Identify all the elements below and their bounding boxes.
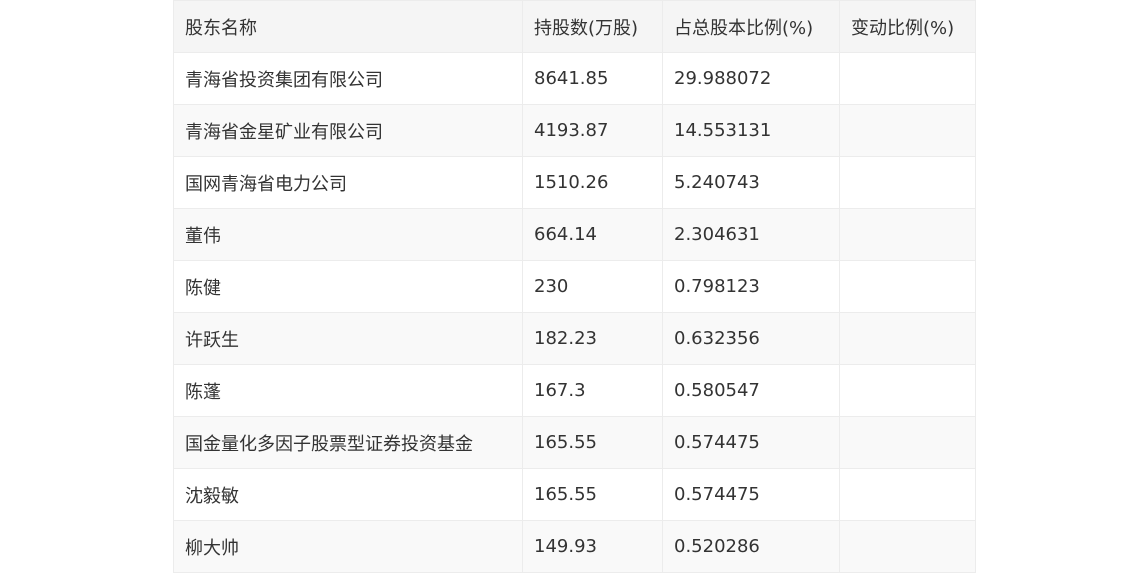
table-row: 国网青海省电力公司 1510.26 5.240743 (173, 156, 976, 209)
cell-change-ratio (839, 312, 976, 365)
cell-change-ratio (839, 520, 976, 573)
cell-shareholder-name: 柳大帅 (173, 520, 523, 573)
cell-change-ratio (839, 468, 976, 521)
cell-share-ratio: 0.574475 (662, 416, 840, 469)
cell-shareholder-name: 青海省投资集团有限公司 (173, 52, 523, 105)
cell-share-ratio: 5.240743 (662, 156, 840, 209)
cell-shares-held: 167.3 (522, 364, 663, 417)
cell-share-ratio: 2.304631 (662, 208, 840, 261)
table-row: 柳大帅 149.93 0.520286 (173, 520, 976, 573)
cell-change-ratio (839, 208, 976, 261)
cell-shareholder-name: 青海省金星矿业有限公司 (173, 104, 523, 157)
cell-shareholder-name: 沈毅敏 (173, 468, 523, 521)
cell-change-ratio (839, 156, 976, 209)
cell-shares-held: 182.23 (522, 312, 663, 365)
shareholder-table: 股东名称 持股数(万股) 占总股本比例(%) 变动比例(%) 青海省投资集团有限… (173, 0, 976, 573)
table-body: 青海省投资集团有限公司 8641.85 29.988072 青海省金星矿业有限公… (173, 52, 976, 573)
cell-share-ratio: 0.520286 (662, 520, 840, 573)
cell-shares-held: 8641.85 (522, 52, 663, 105)
table-row: 陈蓬 167.3 0.580547 (173, 364, 976, 417)
header-row: 股东名称 持股数(万股) 占总股本比例(%) 变动比例(%) (173, 0, 976, 53)
cell-share-ratio: 29.988072 (662, 52, 840, 105)
cell-shares-held: 1510.26 (522, 156, 663, 209)
cell-change-ratio (839, 52, 976, 105)
header-change-ratio: 变动比例(%) (839, 0, 976, 53)
table-row: 青海省投资集团有限公司 8641.85 29.988072 (173, 52, 976, 105)
cell-shares-held: 165.55 (522, 416, 663, 469)
table-row: 沈毅敏 165.55 0.574475 (173, 468, 976, 521)
cell-shareholder-name: 董伟 (173, 208, 523, 261)
table-row: 青海省金星矿业有限公司 4193.87 14.553131 (173, 104, 976, 157)
cell-shareholder-name: 许跃生 (173, 312, 523, 365)
cell-change-ratio (839, 260, 976, 313)
cell-share-ratio: 0.580547 (662, 364, 840, 417)
header-share-ratio: 占总股本比例(%) (662, 0, 840, 53)
shareholder-table-container: 股东名称 持股数(万股) 占总股本比例(%) 变动比例(%) 青海省投资集团有限… (173, 0, 976, 573)
cell-change-ratio (839, 104, 976, 157)
table-row: 董伟 664.14 2.304631 (173, 208, 976, 261)
table-header: 股东名称 持股数(万股) 占总股本比例(%) 变动比例(%) (173, 0, 976, 53)
cell-shares-held: 230 (522, 260, 663, 313)
cell-shares-held: 664.14 (522, 208, 663, 261)
cell-share-ratio: 0.574475 (662, 468, 840, 521)
table-row: 许跃生 182.23 0.632356 (173, 312, 976, 365)
cell-shareholder-name: 陈健 (173, 260, 523, 313)
cell-change-ratio (839, 416, 976, 469)
cell-share-ratio: 14.553131 (662, 104, 840, 157)
cell-shareholder-name: 国网青海省电力公司 (173, 156, 523, 209)
header-shares-held: 持股数(万股) (522, 0, 663, 53)
cell-shares-held: 149.93 (522, 520, 663, 573)
table-row: 国金量化多因子股票型证券投资基金 165.55 0.574475 (173, 416, 976, 469)
cell-shareholder-name: 陈蓬 (173, 364, 523, 417)
cell-shares-held: 165.55 (522, 468, 663, 521)
cell-shares-held: 4193.87 (522, 104, 663, 157)
cell-shareholder-name: 国金量化多因子股票型证券投资基金 (173, 416, 523, 469)
header-shareholder-name: 股东名称 (173, 0, 523, 53)
cell-share-ratio: 0.798123 (662, 260, 840, 313)
cell-share-ratio: 0.632356 (662, 312, 840, 365)
cell-change-ratio (839, 364, 976, 417)
table-row: 陈健 230 0.798123 (173, 260, 976, 313)
